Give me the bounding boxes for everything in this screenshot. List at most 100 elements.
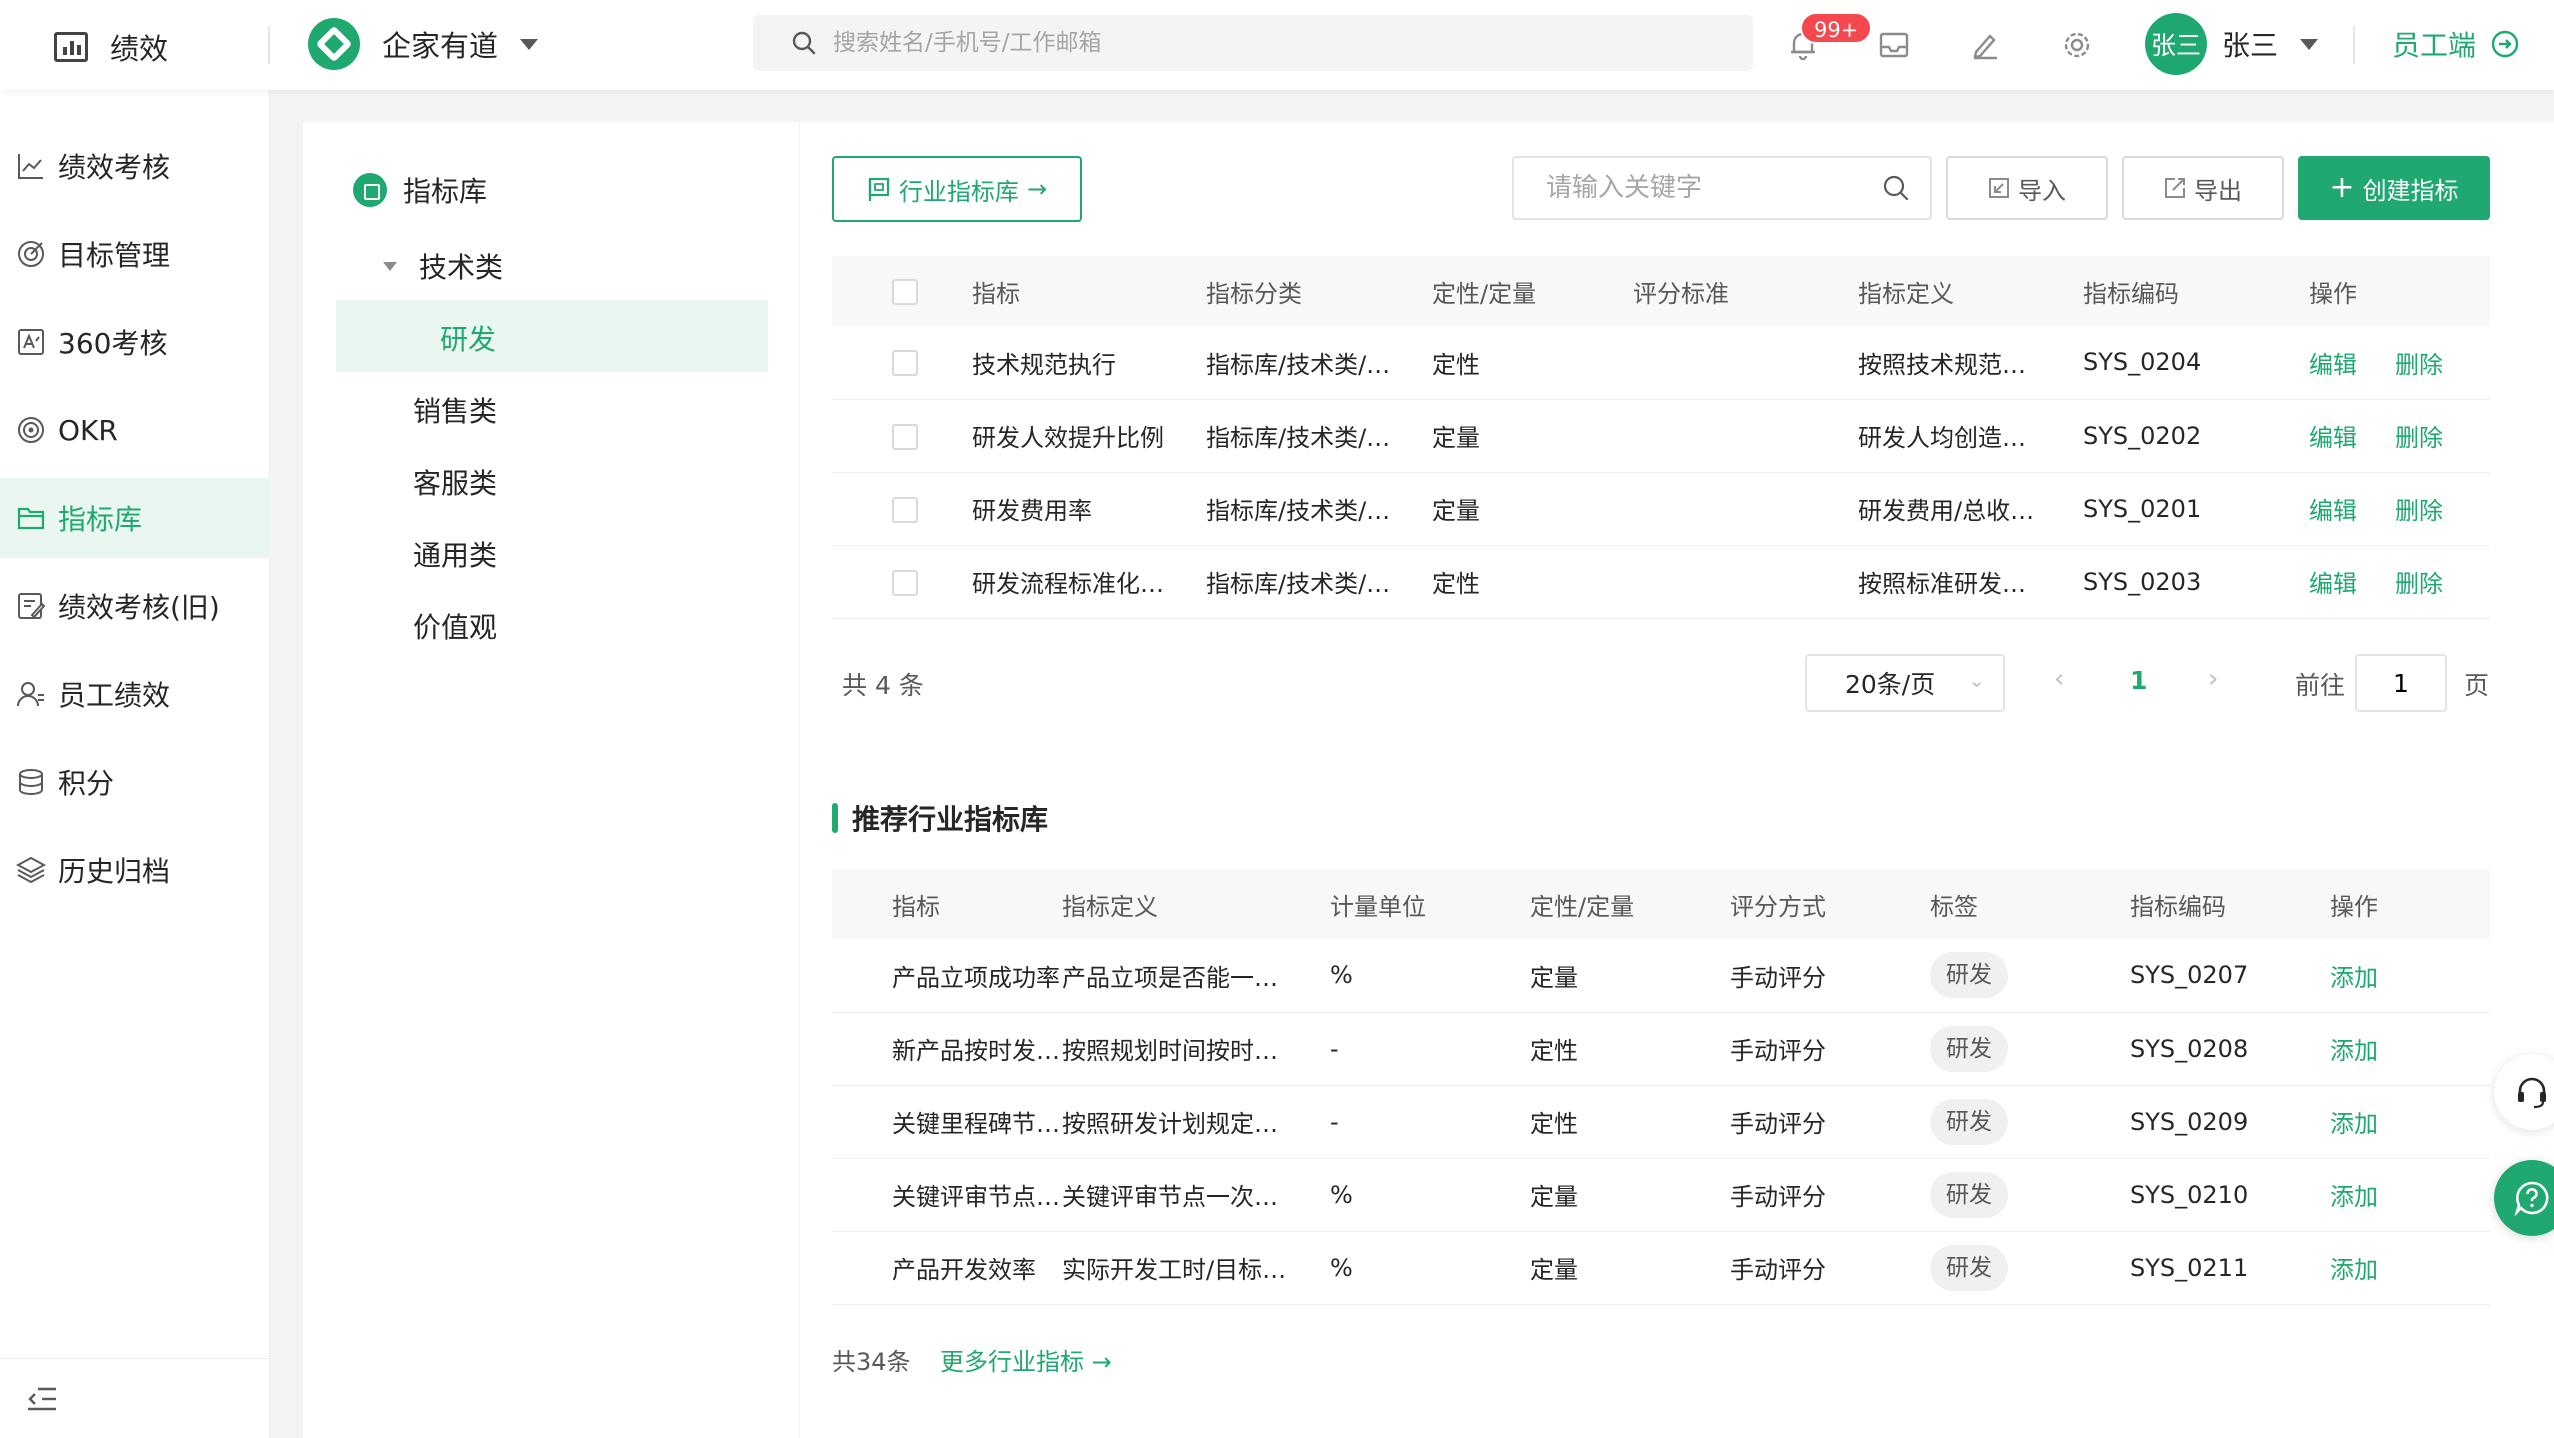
prev-page-icon[interactable]: ‹ <box>2054 664 2064 694</box>
export-button[interactable]: 导出 <box>2122 156 2284 220</box>
sidebar-item-label: 目标管理 <box>58 239 171 272</box>
library-icon <box>353 173 387 207</box>
export-icon <box>2165 178 2185 198</box>
goto-page-input[interactable] <box>2355 654 2447 712</box>
select-all-checkbox[interactable] <box>892 279 918 305</box>
line-chart-icon <box>18 154 43 179</box>
tree-node-general[interactable]: 通用类 <box>413 534 497 574</box>
recommend-table: 指标 指标定义 计量单位 定性/定量 评分方式 标签 指标编码 操作 产品立项成… <box>832 869 2490 1305</box>
indicator-type: 定量 <box>1530 1231 1730 1305</box>
sidebar-item-okr[interactable]: OKR <box>0 390 270 470</box>
indicator-name: 研发费用率 <box>972 472 1206 546</box>
tag-cell: 研发 <box>1930 1158 2130 1232</box>
main-content: 行业指标库 → 导入 导出 + 创建指标 指标 指标分类 定性/定量 评分标准 … <box>800 122 2554 1438</box>
edit-button[interactable] <box>1962 22 2008 68</box>
page-size-select[interactable]: 20条/页 ⌄ <box>1805 654 2005 712</box>
indicator-definition: 按照研发计划规定… <box>1062 1085 1330 1159</box>
review-icon <box>18 329 44 355</box>
indicator-type: 定量 <box>1432 399 1633 473</box>
sidebar-item-history-archive[interactable]: 历史归档 <box>0 830 270 910</box>
tag-cell: 研发 <box>1930 1085 2130 1159</box>
header-divider <box>268 26 270 64</box>
edit-button[interactable]: 编辑 <box>2309 497 2357 525</box>
search-icon[interactable] <box>1882 174 1910 202</box>
more-link-label: 更多行业指标 <box>940 1348 1084 1376</box>
app-brand[interactable]: 绩效 <box>54 26 168 68</box>
tree-node-selected[interactable] <box>336 300 768 372</box>
sidebar-item-points[interactable]: 积分 <box>0 742 270 822</box>
row-actions: 编辑 删除 <box>2309 545 2490 619</box>
org-name: 企家有道 <box>382 29 499 63</box>
settings-button[interactable] <box>2054 22 2100 68</box>
row-checkbox[interactable] <box>892 350 918 377</box>
delete-button[interactable]: 删除 <box>2395 424 2443 452</box>
indicator-name: 研发流程标准化… <box>972 545 1206 619</box>
inbox-button[interactable] <box>1871 22 1917 68</box>
indicator-definition: 按照标准研发… <box>1858 545 2083 619</box>
sidebar-item-performance-review[interactable]: 绩效考核 <box>0 126 270 206</box>
sidebar-item-performance-review-old[interactable]: 绩效考核(旧) <box>0 566 270 646</box>
tag-badge: 研发 <box>1930 1171 2008 1218</box>
add-button[interactable]: 添加 <box>2330 964 2378 992</box>
row-checkbox[interactable] <box>892 423 918 450</box>
indicator-unit: % <box>1330 939 1530 1013</box>
column-header: 指标 <box>832 869 1062 939</box>
org-logo-icon <box>308 18 360 70</box>
sidebar-item-goal-management[interactable]: 目标管理 <box>0 214 270 294</box>
current-page[interactable]: 1 <box>2130 666 2147 695</box>
add-button[interactable]: 添加 <box>2330 1037 2378 1065</box>
column-header: 定性/定量 <box>1530 869 1730 939</box>
add-button[interactable]: 添加 <box>2330 1183 2378 1211</box>
keyword-search-input[interactable] <box>1546 173 1882 203</box>
sidebar-item-label: 360考核 <box>58 327 168 360</box>
create-indicator-button[interactable]: + 创建指标 <box>2298 156 2490 220</box>
staff-portal-link[interactable]: 员工端 <box>2392 24 2520 64</box>
tree-node-service[interactable]: 客服类 <box>413 462 497 502</box>
tree-root-label: 指标库 <box>403 175 488 208</box>
add-button[interactable]: 添加 <box>2330 1256 2378 1284</box>
tree-node-values[interactable]: 价值观 <box>413 606 497 646</box>
user-menu[interactable]: 张三 <box>2222 24 2319 64</box>
indicator-standard <box>1633 545 1858 619</box>
org-switcher[interactable]: 企家有道 <box>308 18 539 70</box>
tree-node-sales[interactable]: 销售类 <box>413 390 497 430</box>
row-checkbox[interactable] <box>892 569 918 596</box>
table-row: 产品立项成功率 产品立项是否能一… % 定量 手动评分 研发 SYS_0207 … <box>832 939 2490 1013</box>
delete-button[interactable]: 删除 <box>2395 351 2443 379</box>
tree-node-label: 价值观 <box>413 611 498 644</box>
indicator-category: 指标库/技术类/… <box>1206 399 1432 473</box>
avatar[interactable]: 张三 <box>2145 13 2207 75</box>
scoring-method: 手动评分 <box>1730 1012 1930 1086</box>
industry-library-button[interactable]: 行业指标库 → <box>832 156 1082 222</box>
global-search[interactable] <box>753 15 1753 71</box>
sidebar-item-label: 员工绩效 <box>58 679 171 712</box>
edit-button[interactable]: 编辑 <box>2309 424 2357 452</box>
delete-button[interactable]: 删除 <box>2395 497 2443 525</box>
tree-node-label: 研发 <box>440 323 497 356</box>
indicator-definition: 研发人均创造… <box>1858 399 2083 473</box>
more-industry-link[interactable]: 更多行业指标 → <box>940 1342 1112 1377</box>
sidebar-item-360-review[interactable]: 360考核 <box>0 302 270 382</box>
sidebar-collapse-button[interactable] <box>0 1358 270 1438</box>
indicator-standard <box>1633 472 1858 546</box>
indicator-unit: % <box>1330 1158 1530 1232</box>
column-header: 指标 <box>972 256 1206 326</box>
import-button[interactable]: 导入 <box>1946 156 2108 220</box>
tree-node-tech[interactable]: 技术类 <box>383 246 503 286</box>
row-checkbox[interactable] <box>892 496 918 523</box>
indicator-type: 定性 <box>1530 1085 1730 1159</box>
add-button[interactable]: 添加 <box>2330 1110 2378 1138</box>
keyword-search[interactable] <box>1512 156 1932 220</box>
page-suffix: 页 <box>2464 671 2490 700</box>
tree-node-label: 技术类 <box>419 251 504 284</box>
global-search-input[interactable] <box>833 30 1733 56</box>
sidebar-item-employee-performance[interactable]: 员工绩效 <box>0 654 270 734</box>
edit-button[interactable]: 编辑 <box>2309 570 2357 598</box>
delete-button[interactable]: 删除 <box>2395 570 2443 598</box>
edit-button[interactable]: 编辑 <box>2309 351 2357 379</box>
next-page-icon[interactable]: › <box>2208 664 2218 694</box>
sidebar-item-indicator-library[interactable]: 指标库 <box>0 478 270 558</box>
tree-root[interactable]: 指标库 <box>353 170 487 210</box>
staff-link-label: 员工端 <box>2392 29 2477 62</box>
tree-node-rd[interactable]: 研发 <box>440 318 496 358</box>
